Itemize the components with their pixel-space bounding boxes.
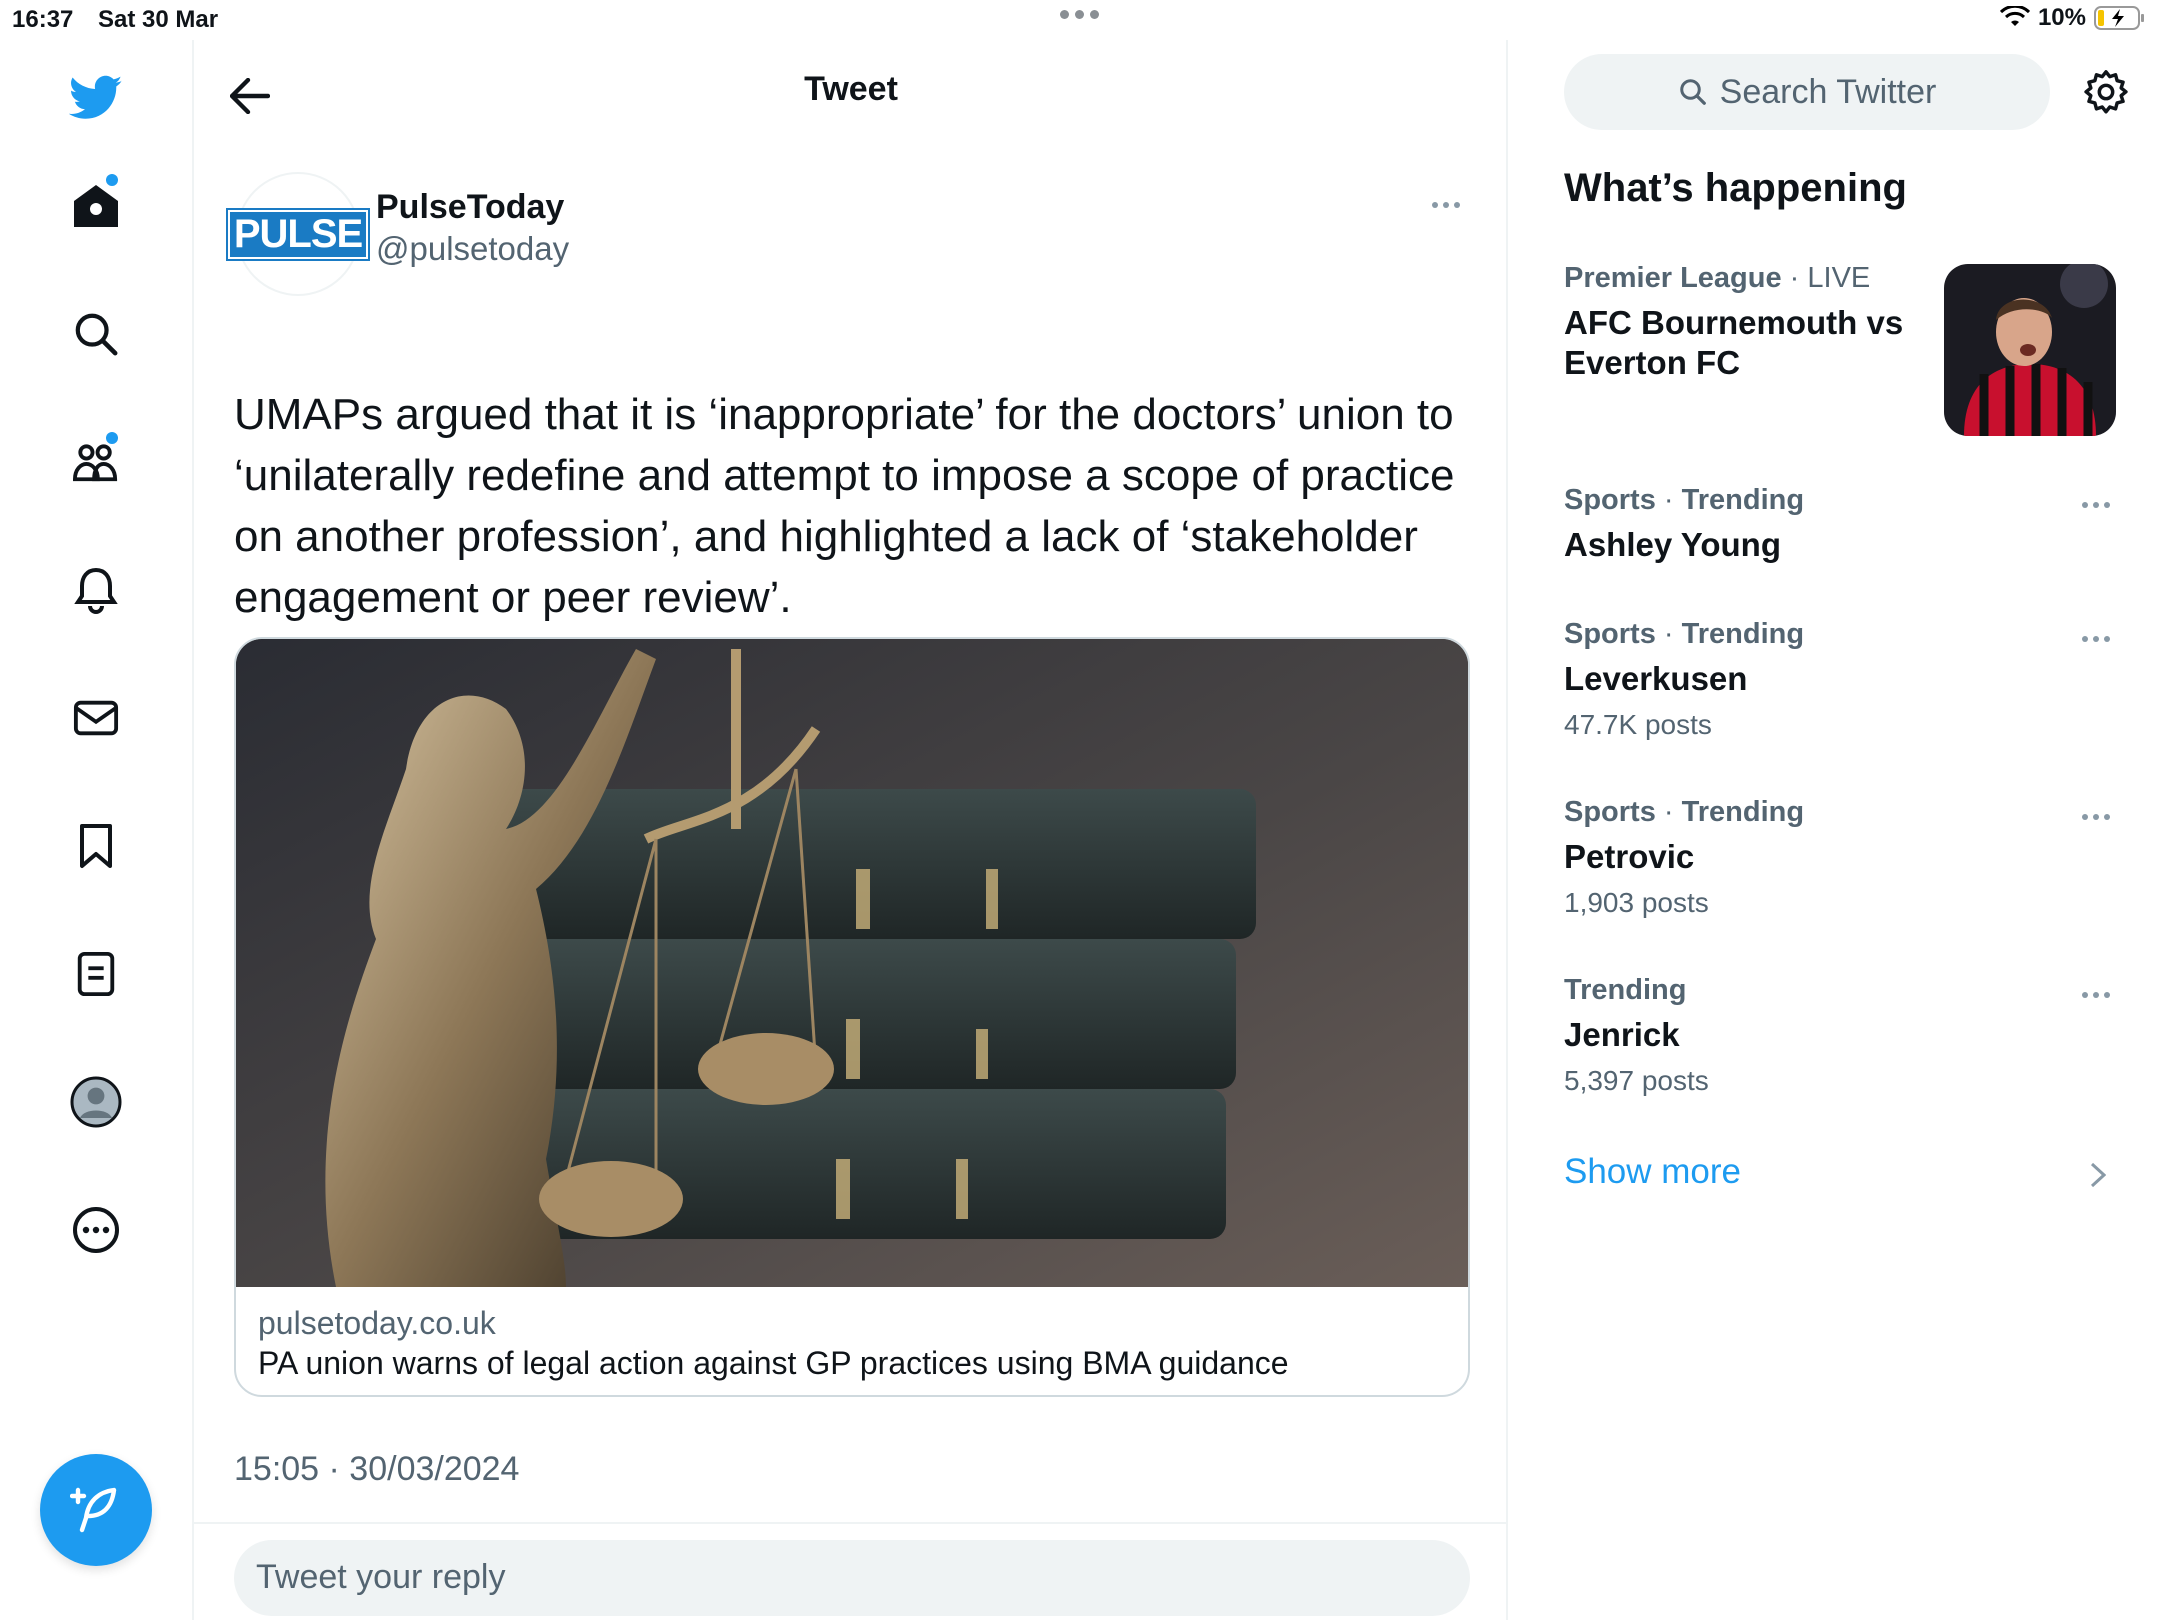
trend-item[interactable]: Trending Jenrick 5,397 posts <box>1564 974 2124 1097</box>
status-bar: 16:37 Sat 30 Mar 10% <box>0 0 2160 40</box>
chevron-right-icon <box>2090 1162 2106 1188</box>
trend-context: LIVE <box>1807 262 1871 294</box>
tweet-more-button[interactable] <box>1432 202 1460 208</box>
link-card[interactable]: pulsetoday.co.uk PA union warns of legal… <box>234 637 1470 1397</box>
trend-name: AFC Bournemouth vs Everton FC <box>1564 304 1904 381</box>
left-nav <box>0 40 194 1620</box>
trend-item[interactable]: Sports · Trending Petrovic 1,903 posts <box>1564 796 2124 919</box>
home-notification-dot <box>106 174 118 186</box>
trend-category: Premier League <box>1564 262 1782 294</box>
trend-meta: Premier League · LIVE <box>1564 262 1871 294</box>
trend-meta: Sports · Trending <box>1564 618 1805 650</box>
page-title: Tweet <box>804 70 898 108</box>
messages-icon[interactable] <box>66 688 126 748</box>
reply-input[interactable]: Tweet your reply <box>234 1540 1470 1616</box>
search-placeholder: Search Twitter <box>1719 72 1937 111</box>
multitasking-dots[interactable] <box>1060 10 1099 19</box>
twitter-bird-icon[interactable] <box>66 68 126 128</box>
trend-item[interactable]: Premier League · LIVE AFC Bournemouth vs… <box>1564 262 1924 383</box>
wifi-icon <box>1999 6 2030 26</box>
trend-more-button[interactable] <box>2082 636 2110 642</box>
bookmarks-icon[interactable] <box>66 816 126 876</box>
tweet-timestamp[interactable]: 15:05 · 30/03/2024 <box>234 1450 519 1489</box>
tweet-text: UMAPs argued that it is ‘inappropriate’ … <box>234 390 1455 622</box>
trend-context: Trending <box>1681 796 1805 828</box>
trend-item[interactable]: Sports · Trending Leverkusen 47.7K posts <box>1564 618 2124 741</box>
pulse-logo: PULSE <box>225 207 371 261</box>
trend-context: Trending <box>1681 484 1805 516</box>
trend-name: Jenrick <box>1564 1016 1680 1053</box>
trend-more-button[interactable] <box>2082 502 2110 508</box>
reply-placeholder: Tweet your reply <box>256 1558 506 1596</box>
home-icon[interactable] <box>66 176 126 236</box>
battery-percent: 10% <box>2037 4 2086 31</box>
divider <box>194 1522 1508 1524</box>
search-input[interactable]: Search Twitter <box>1564 54 2050 130</box>
section-title: What’s happening <box>1564 166 1907 210</box>
author-name[interactable]: PulseToday <box>376 188 564 227</box>
trend-context: Trending <box>1681 618 1805 650</box>
compose-icon <box>70 1487 117 1533</box>
lists-icon[interactable] <box>66 944 126 1004</box>
trend-meta: Trending <box>1564 974 2124 1007</box>
search-icon[interactable] <box>66 304 126 364</box>
card-domain: pulsetoday.co.uk <box>258 1305 496 1341</box>
show-more-link[interactable]: Show more <box>1564 1152 1741 1192</box>
trend-name: Ashley Young <box>1564 526 1781 563</box>
battery-charging-icon <box>2094 6 2144 30</box>
trend-more-button[interactable] <box>2082 814 2110 820</box>
trend-category: Sports <box>1564 618 1656 650</box>
trend-name: Petrovic <box>1564 838 1695 875</box>
trend-name: Leverkusen <box>1564 660 1748 697</box>
trend-count: 5,397 posts <box>1564 1065 1709 1096</box>
trend-context: Trending <box>1564 974 1687 1006</box>
status-indicators: 10% <box>1999 4 2146 32</box>
search-icon <box>1679 79 1706 105</box>
trend-meta: Sports · Trending <box>1564 796 1805 828</box>
compose-tweet-button[interactable] <box>40 1454 152 1566</box>
card-image <box>236 639 1468 1287</box>
trend-category: Sports <box>1564 484 1656 516</box>
author-avatar[interactable]: PULSE <box>225 172 371 296</box>
trend-more-button[interactable] <box>2082 992 2110 998</box>
profile-icon[interactable] <box>66 1072 126 1132</box>
status-time: 16:37 <box>12 6 74 33</box>
trend-count: 1,903 posts <box>1564 887 1709 918</box>
trend-item[interactable]: Sports · Trending Ashley Young <box>1564 484 2124 565</box>
notifications-icon[interactable] <box>66 560 126 620</box>
trend-category: Sports <box>1564 796 1656 828</box>
more-icon[interactable] <box>66 1200 126 1260</box>
author-handle[interactable]: @pulsetoday <box>376 230 569 268</box>
card-title: PA union warns of legal action against G… <box>258 1345 1289 1381</box>
settings-button[interactable] <box>2076 62 2136 122</box>
trend-thumbnail <box>1944 264 2116 436</box>
trend-meta: Sports · Trending <box>1564 484 1805 516</box>
communities-notification-dot <box>106 432 118 444</box>
tweet-detail: Tweet PULSE PulseToday @pulsetoday UMAPs… <box>194 40 1508 1620</box>
gear-icon <box>2084 70 2128 114</box>
status-date: Sat 30 Mar <box>98 6 219 33</box>
trend-count: 47.7K posts <box>1564 709 1712 740</box>
